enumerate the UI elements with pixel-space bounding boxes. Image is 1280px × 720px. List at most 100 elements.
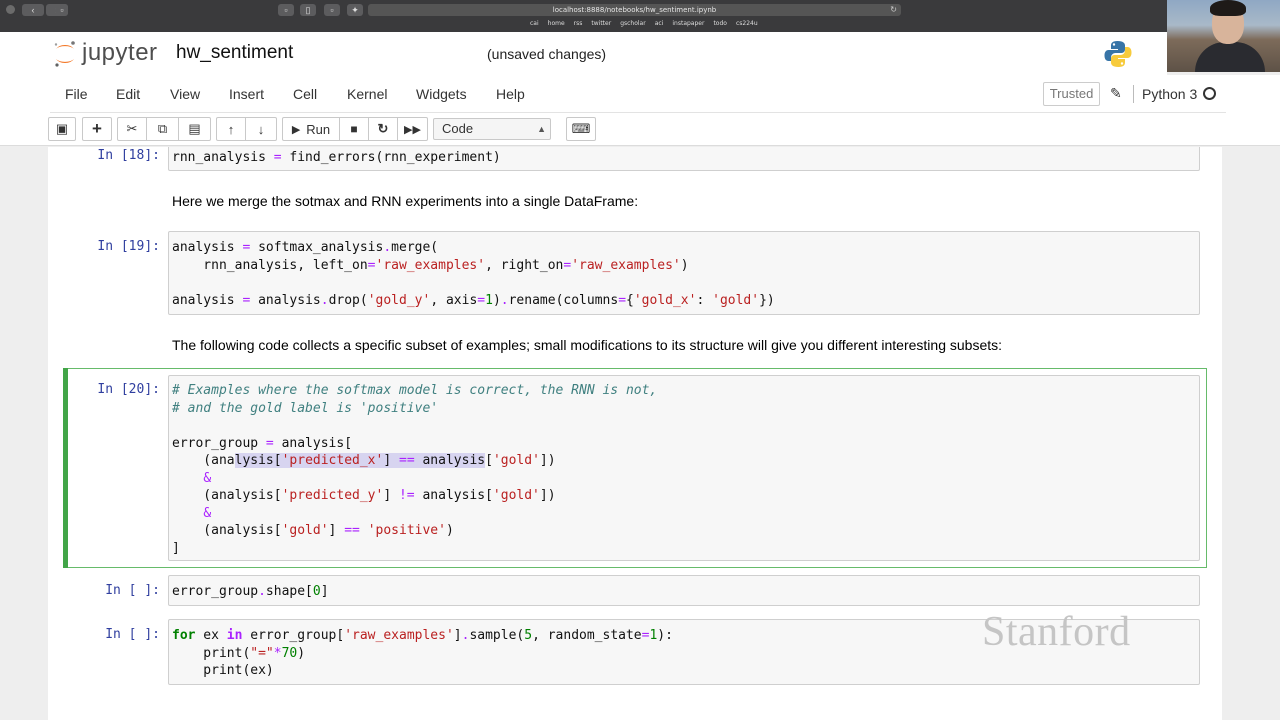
cell-prompt: In [20]: xyxy=(97,382,160,397)
python-logo-icon xyxy=(1104,41,1132,67)
code-line: (analysis['predicted_x'] == analysis['go… xyxy=(172,453,556,468)
run-button[interactable]: ▶ Run xyxy=(282,117,340,141)
run-label: Run xyxy=(306,121,331,137)
browser-toolbar: ‹ › ▫ ▫ ▯ ▫ ✦ localhost:8888/notebooks/h… xyxy=(0,0,1280,32)
code-cell[interactable]: In [ ]: error_group.shape[0] xyxy=(48,575,1222,606)
jupyter-logo-icon[interactable] xyxy=(52,40,78,68)
stanford-watermark: Stanford xyxy=(982,609,1131,655)
restart-run-all-button[interactable]: ▶▶ xyxy=(398,117,428,141)
code-line: error_group = analysis[ xyxy=(172,435,353,451)
reader-icon[interactable]: ▯ xyxy=(300,4,316,16)
bookmarks-bar: cai home rss twitter gscholar aci instap… xyxy=(530,20,758,30)
move-up-button[interactable]: ↑ xyxy=(216,117,246,141)
cell-type-value: Code xyxy=(442,121,474,136)
window-close-icon[interactable] xyxy=(6,5,15,14)
code-cell[interactable]: In [18]: rnn_analysis = find_errors(rnn_… xyxy=(48,147,1222,177)
pencil-icon[interactable]: ✎ xyxy=(1110,85,1122,102)
fast-forward-icon: ▶▶ xyxy=(404,123,421,136)
scissors-icon: ✂ xyxy=(126,121,138,136)
markdown-text[interactable]: Here we merge the sotmax and RNN experim… xyxy=(172,193,638,209)
cell-prompt: In [ ]: xyxy=(105,583,160,598)
code-line: (analysis['gold'] == 'positive') xyxy=(172,523,454,538)
paste-button[interactable]: ▤ xyxy=(179,117,211,141)
play-icon: ▶ xyxy=(291,123,301,136)
arrow-up-icon: ↑ xyxy=(227,121,235,137)
code-line: analysis = analysis.drop('gold_y', axis=… xyxy=(172,292,775,308)
jupyter-header: jupyter hw_sentiment (unsaved changes) xyxy=(0,32,1167,75)
keyboard-icon: ⌨ xyxy=(571,121,591,136)
bookmark-item[interactable]: home xyxy=(548,20,565,30)
code-line: & xyxy=(203,505,212,521)
menu-cell[interactable]: Cell xyxy=(293,86,317,102)
presenter-hair xyxy=(1210,0,1246,16)
bookmark-item[interactable]: cai xyxy=(530,20,539,30)
code-cell-selected[interactable]: In [20]: # Examples where the softmax mo… xyxy=(48,375,1222,561)
extension-icon[interactable]: ▫ xyxy=(324,4,340,16)
plus-icon: + xyxy=(92,119,102,138)
bookmark-item[interactable]: cs224u xyxy=(736,20,758,30)
bookmark-item[interactable]: instapaper xyxy=(672,20,704,30)
screen: ‹ › ▫ ▫ ▯ ▫ ✦ localhost:8888/notebooks/h… xyxy=(0,0,1280,720)
insert-cell-button[interactable]: + xyxy=(82,117,112,141)
notebook-title[interactable]: hw_sentiment xyxy=(176,42,293,64)
webcam-overlay xyxy=(1167,0,1280,72)
interrupt-button[interactable]: ■ xyxy=(340,117,369,141)
markdown-text[interactable]: The following code collects a specific s… xyxy=(172,337,1002,353)
code-input[interactable]: analysis = softmax_analysis.merge( rnn_a… xyxy=(168,231,1200,315)
cell-prompt: In [19]: xyxy=(97,239,160,254)
code-line: ] xyxy=(172,540,180,556)
copy-button[interactable]: ⧉ xyxy=(147,117,179,141)
bookmark-item[interactable]: aci xyxy=(655,20,664,30)
bookmark-item[interactable]: rss xyxy=(574,20,583,30)
restart-button[interactable]: ↻ xyxy=(369,117,398,141)
copy-icon: ⧉ xyxy=(157,121,168,136)
code-line: print(ex) xyxy=(172,663,274,678)
cell-prompt: In [ ]: xyxy=(105,627,160,642)
command-palette-button[interactable]: ⌨ xyxy=(566,117,596,141)
arrow-down-icon: ↓ xyxy=(257,121,265,137)
menu-file[interactable]: File xyxy=(65,86,88,102)
code-line: error_group.shape[0] xyxy=(172,584,329,599)
stop-icon: ■ xyxy=(350,122,358,136)
cell-prompt: In [18]: xyxy=(97,148,160,163)
settings-icon[interactable]: ✦ xyxy=(347,4,363,16)
address-bar[interactable]: localhost:8888/notebooks/hw_sentiment.ip… xyxy=(368,4,901,16)
cell-type-select[interactable]: Code ▲ xyxy=(433,118,551,140)
code-line: # and the gold label is 'positive' xyxy=(172,400,439,416)
cut-button[interactable]: ✂ xyxy=(117,117,147,141)
save-button[interactable]: ▣ xyxy=(48,117,76,141)
notebook-toolbar: ▣ + ✂ ⧉ ▤ ↑ ↓ ▶ Run ■ ↻ ▶▶ Code ▲ ⌨ xyxy=(0,113,1280,146)
save-status: (unsaved changes) xyxy=(487,46,607,62)
code-line: analysis = softmax_analysis.merge( xyxy=(172,240,439,255)
menu-view[interactable]: View xyxy=(170,86,200,102)
bookmark-item[interactable]: gscholar xyxy=(620,20,646,30)
code-input[interactable]: rnn_analysis = find_errors(rnn_experimen… xyxy=(168,147,1200,171)
address-text: localhost:8888/notebooks/hw_sentiment.ip… xyxy=(552,6,717,14)
move-down-button[interactable]: ↓ xyxy=(246,117,277,141)
restart-icon: ↻ xyxy=(377,121,389,136)
back-icon[interactable]: ‹ xyxy=(22,4,44,16)
jupyter-wordmark: jupyter xyxy=(82,39,158,66)
paste-icon: ▤ xyxy=(188,121,201,136)
code-input[interactable]: # Examples where the softmax model is co… xyxy=(168,375,1200,561)
sidebar-icon[interactable]: ▫ xyxy=(56,4,68,16)
code-cell[interactable]: In [19]: analysis = softmax_analysis.mer… xyxy=(48,231,1222,315)
code-input[interactable]: error_group.shape[0] xyxy=(168,575,1200,606)
menubar: File Edit View Insert Cell Kernel Widget… xyxy=(0,75,1280,113)
trusted-badge[interactable]: Trusted xyxy=(1043,82,1100,106)
code-line: # Examples where the softmax model is co… xyxy=(172,383,658,398)
menu-edit[interactable]: Edit xyxy=(116,86,140,102)
menu-widgets[interactable]: Widgets xyxy=(416,86,467,102)
kernel-name[interactable]: Python 3 xyxy=(1142,86,1197,102)
code-line: rnn_analysis, left_on='raw_examples', ri… xyxy=(172,257,689,273)
menu-kernel[interactable]: Kernel xyxy=(347,86,387,102)
menu-help[interactable]: Help xyxy=(496,86,525,102)
menu-insert[interactable]: Insert xyxy=(229,86,264,102)
code-line: & xyxy=(203,470,212,486)
reload-icon[interactable]: ↻ xyxy=(890,4,897,16)
save-icon: ▣ xyxy=(55,121,69,136)
bookmark-item[interactable]: todo xyxy=(713,20,727,30)
share-icon[interactable]: ▫ xyxy=(278,4,294,16)
bookmark-item[interactable]: twitter xyxy=(591,20,611,30)
